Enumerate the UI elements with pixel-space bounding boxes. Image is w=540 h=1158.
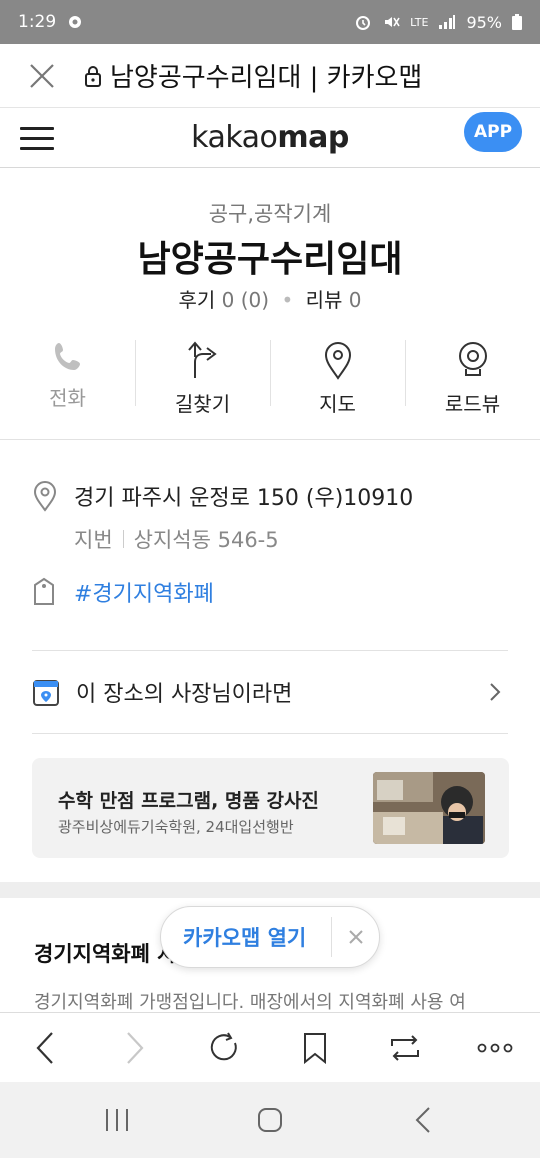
- recent-apps-icon: [105, 1109, 128, 1131]
- status-bar: 1:29 LTE 95%: [0, 0, 540, 44]
- reload-icon: [210, 1031, 237, 1060]
- home-icon: [257, 1108, 282, 1132]
- clock: 1:29: [18, 12, 57, 32]
- more-icon: [477, 1043, 513, 1052]
- divider: [122, 530, 124, 548]
- back-arrow-icon: [415, 1107, 431, 1133]
- battery-percent: 95%: [466, 12, 502, 32]
- ad-banner[interactable]: 수학 만점 프로그램, 명품 강사진 광주비상에듀기숙학원, 24대입선행반: [32, 758, 509, 858]
- call-button[interactable]: 전화: [0, 340, 135, 410]
- network-type: LTE: [410, 15, 429, 29]
- separator-dot: •: [281, 288, 294, 312]
- more-button[interactable]: [465, 1018, 525, 1078]
- bookmark-button[interactable]: [285, 1018, 345, 1078]
- address-text: 경기 파주시 운정로 150 (우)10910: [74, 486, 414, 511]
- tag-icon: [34, 577, 54, 605]
- section-text: 경기지역화폐 가맹점입니다. 매장에서의 지역화폐 사용 여: [34, 992, 466, 1013]
- close-tab-button[interactable]: [0, 44, 84, 108]
- jibun-value: 상지석동 546-5: [133, 528, 279, 552]
- dismiss-button[interactable]: [332, 929, 379, 945]
- kakaomap-header: kakaomap APP: [0, 108, 540, 168]
- store-calendar-icon: [33, 680, 59, 706]
- tabs-switch-icon: [391, 1034, 419, 1061]
- roadview-button[interactable]: 로드뷰: [405, 340, 540, 416]
- action-bar: 전화 길찾기 지도 로드뷰: [0, 340, 540, 416]
- owner-claim-label: 이 장소의 사장님이라면: [76, 682, 293, 707]
- open-app-floating: 카카오맵 열기: [160, 906, 380, 968]
- tag-row: #경기지역화폐: [32, 576, 214, 608]
- place-category: 공구,공작기계: [208, 202, 332, 226]
- signal-icon: [439, 15, 456, 29]
- directions-button[interactable]: 길찾기: [135, 340, 270, 416]
- open-kakaomap-button[interactable]: 카카오맵 열기: [161, 922, 331, 952]
- system-back-button[interactable]: [383, 1090, 463, 1150]
- location-icon: [69, 16, 82, 28]
- close-icon: [348, 930, 363, 944]
- address-row[interactable]: 경기 파주시 운정로 150 (우)10910: [32, 480, 413, 512]
- directions-label: 길찾기: [174, 392, 231, 416]
- kakaomap-logo[interactable]: kakaomap: [0, 120, 540, 155]
- section-gap: [0, 882, 540, 898]
- chevron-left-icon: [36, 1031, 53, 1064]
- close-icon: [30, 63, 54, 88]
- map-button[interactable]: 지도: [270, 340, 405, 416]
- page-title: 남양공구수리임대 | 카카오맵: [84, 57, 422, 94]
- tag-link[interactable]: #경기지역화폐: [74, 576, 214, 608]
- reload-button[interactable]: [195, 1018, 255, 1078]
- system-nav-bar: [0, 1082, 540, 1158]
- map-pin-icon: [324, 342, 351, 380]
- directions-icon: [187, 341, 217, 378]
- ad-image: [373, 772, 485, 844]
- page-title-text: 남양공구수리임대 | 카카오맵: [110, 63, 423, 93]
- comment-count: 0: [348, 288, 362, 312]
- place-summary: 공구,공작기계 남양공구수리임대 후기 0 (0) • 리뷰 0 전화 길찾기 …: [0, 168, 540, 440]
- owner-claim-row[interactable]: 이 장소의 사장님이라면: [32, 650, 508, 734]
- comment-label: 리뷰: [305, 288, 343, 312]
- mute-icon: [385, 17, 400, 27]
- jibun-label: 지번: [74, 528, 113, 552]
- jibun-row: 지번 상지석동 546-5: [74, 524, 279, 554]
- review-label: 후기: [178, 288, 216, 312]
- roadview-icon: [458, 342, 487, 376]
- recent-apps-button[interactable]: [77, 1090, 157, 1150]
- ad-subtitle: 광주비상에듀기숙학원, 24대입선행반: [58, 818, 294, 836]
- bookmark-icon: [304, 1032, 326, 1064]
- alarm-icon: [356, 16, 371, 30]
- browser-toolbar: [0, 1012, 540, 1082]
- back-button[interactable]: [15, 1018, 75, 1078]
- ad-title: 수학 만점 프로그램, 명품 강사진: [58, 790, 319, 812]
- review-summary[interactable]: 후기 0 (0) • 리뷰 0: [0, 284, 540, 313]
- app-button[interactable]: APP: [464, 112, 522, 152]
- battery-icon: [512, 14, 522, 30]
- call-label: 전화: [49, 386, 86, 410]
- browser-tab-bar: 남양공구수리임대 | 카카오맵: [0, 44, 540, 108]
- chevron-right-icon: [490, 683, 501, 701]
- phone-icon: [54, 343, 80, 370]
- review-count: 0 (0): [221, 288, 270, 312]
- lock-icon: [85, 65, 101, 87]
- place-name: 남양공구수리임대: [137, 239, 403, 280]
- home-button[interactable]: [230, 1090, 310, 1150]
- chevron-right-icon: [127, 1031, 144, 1064]
- roadview-label: 로드뷰: [444, 392, 501, 416]
- location-pin-icon: [33, 481, 57, 512]
- tabs-button[interactable]: [375, 1018, 435, 1078]
- forward-button[interactable]: [105, 1018, 165, 1078]
- map-label: 지도: [319, 392, 356, 416]
